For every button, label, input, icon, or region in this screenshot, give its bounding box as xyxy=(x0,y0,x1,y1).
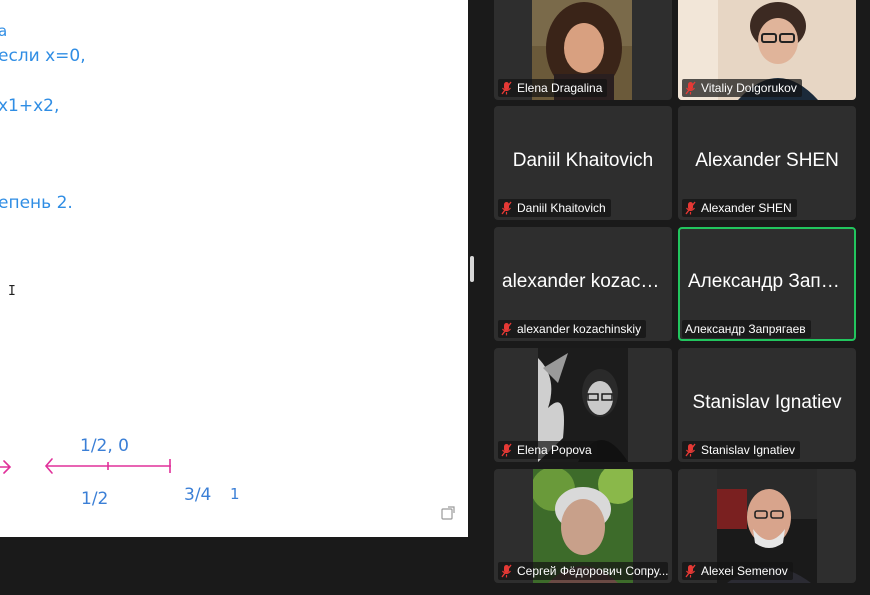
participant-name: Elena Popova xyxy=(517,443,592,457)
participant-tile[interactable]: Daniil Khaitovich Daniil Khaitovich xyxy=(494,106,672,220)
participant-display-name: Александр Запр... xyxy=(688,271,848,292)
participant-name: Alexander SHEN xyxy=(701,201,792,215)
mic-muted-icon xyxy=(501,81,512,95)
participant-name: Сергей Фёдорович Сопру... xyxy=(517,564,668,578)
number-line-label-half: 1/2 xyxy=(81,489,109,509)
participant-name-label: Сергей Фёдорович Сопру... xyxy=(498,562,668,580)
panel-resize-handle[interactable] xyxy=(470,256,474,282)
participant-name: Александр Запрягаев xyxy=(685,322,806,336)
participant-tile[interactable]: Elena Popova xyxy=(494,348,672,462)
participant-display-name: alexander kozach... xyxy=(502,271,667,292)
shared-whiteboard[interactable]: а если x=0, x1+x2, епень 2. I 1/2, 0 1/2… xyxy=(0,0,468,537)
mic-muted-icon xyxy=(501,564,512,578)
participant-display-name: Daniil Khaitovich xyxy=(512,150,654,171)
participant-tile[interactable]: Alexander SHEN Alexander SHEN xyxy=(678,106,856,220)
participant-display-name: Alexander SHEN xyxy=(695,150,839,171)
participant-name: Daniil Khaitovich xyxy=(517,201,606,215)
mic-muted-icon xyxy=(501,443,512,457)
participant-tile[interactable]: Stanislav Ignatiev Stanislav Ignatiev xyxy=(678,348,856,462)
participant-name-label: Elena Popova xyxy=(498,441,597,459)
participant-tile[interactable]: Elena Dragalina xyxy=(494,0,672,100)
mic-muted-icon xyxy=(685,201,696,215)
participant-name-label: Stanislav Ignatiev xyxy=(682,441,801,459)
participant-display-name: Stanislav Ignatiev xyxy=(692,392,842,413)
participant-name-label: alexander kozachinskiy xyxy=(498,320,647,338)
mic-muted-icon xyxy=(685,81,696,95)
participant-name: alexander kozachinskiy xyxy=(517,322,642,336)
participant-name: Stanislav Ignatiev xyxy=(701,443,796,457)
participant-name-label: Vitaliy Dolgorukov xyxy=(682,79,802,97)
number-line-drawing xyxy=(0,458,171,474)
share-corner-icon[interactable] xyxy=(441,506,455,520)
number-line-label-one: 1 xyxy=(230,485,240,503)
participant-tile[interactable]: alexander kozach... alexander kozachinsk… xyxy=(494,227,672,341)
mic-muted-icon xyxy=(685,564,696,578)
number-line-label-top: 1/2, 0 xyxy=(80,436,129,456)
mic-muted-icon xyxy=(501,201,512,215)
participant-name: Alexei Semenov xyxy=(701,564,788,578)
participant-name: Vitaliy Dolgorukov xyxy=(701,81,797,95)
participant-tile[interactable]: Сергей Фёдорович Сопру... xyxy=(494,469,672,583)
participant-name: Elena Dragalina xyxy=(517,81,603,95)
mic-muted-icon xyxy=(501,322,512,336)
participant-name-label: Alexei Semenov xyxy=(682,562,793,580)
participant-name-label: Daniil Khaitovich xyxy=(498,199,611,217)
participant-name-label: Alexander SHEN xyxy=(682,199,797,217)
participant-name-label: Elena Dragalina xyxy=(498,79,608,97)
participant-name-label: Александр Запрягаев xyxy=(682,320,811,338)
number-line-label-three-quarters: 3/4 xyxy=(184,485,212,505)
participant-tile[interactable]: Alexei Semenov xyxy=(678,469,856,583)
participant-tile-active-speaker[interactable]: Александр Запр... Александр Запрягаев xyxy=(678,227,856,341)
mic-muted-icon xyxy=(685,443,696,457)
participant-tile[interactable]: Vitaliy Dolgorukov xyxy=(678,0,856,100)
